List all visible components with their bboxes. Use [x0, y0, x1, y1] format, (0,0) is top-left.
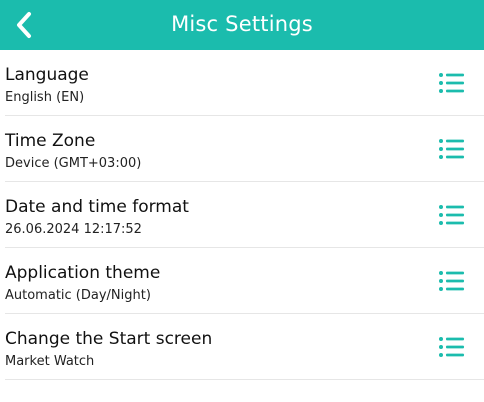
list-icon[interactable] [438, 270, 466, 292]
setting-value: 26.06.2024 12:17:52 [5, 222, 142, 237]
setting-row-date-time-format[interactable]: Date and time format 26.06.2024 12:17:52 [0, 182, 484, 248]
setting-value: Automatic (Day/Night) [5, 288, 151, 303]
setting-row-time-zone[interactable]: Time Zone Device (GMT+03:00) [0, 116, 484, 182]
list-icon[interactable] [438, 72, 466, 94]
setting-row-language[interactable]: Language English (EN) [0, 50, 484, 116]
list-icon[interactable] [438, 336, 466, 358]
setting-row-application-theme[interactable]: Application theme Automatic (Day/Night) [0, 248, 484, 314]
list-icon[interactable] [438, 204, 466, 226]
misc-settings-screen: Misc Settings Language English (EN) Time… [0, 0, 484, 402]
setting-title: Change the Start screen [5, 329, 213, 349]
setting-title: Date and time format [5, 197, 189, 217]
settings-list: Language English (EN) Time Zone Device (… [0, 50, 484, 380]
setting-row-start-screen[interactable]: Change the Start screen Market Watch [0, 314, 484, 380]
page-title: Misc Settings [171, 12, 313, 36]
setting-value: Device (GMT+03:00) [5, 156, 142, 171]
setting-value: Market Watch [5, 354, 95, 369]
list-icon[interactable] [438, 138, 466, 160]
setting-title: Language [5, 65, 89, 85]
divider [5, 379, 484, 380]
setting-title: Application theme [5, 263, 161, 283]
header-bar: Misc Settings [0, 0, 484, 50]
setting-value: English (EN) [5, 90, 85, 105]
setting-title: Time Zone [5, 131, 96, 151]
